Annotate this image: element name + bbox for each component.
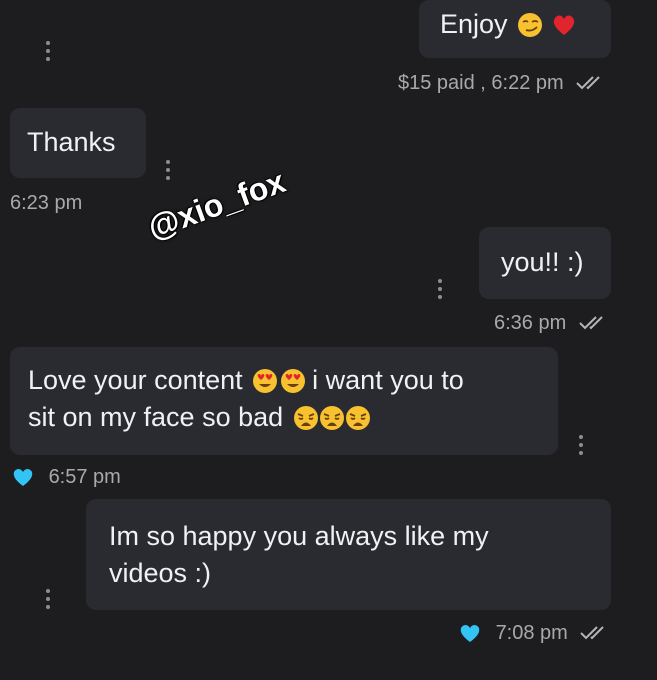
more-options-icon[interactable]	[436, 279, 444, 303]
message-text: you!! :)	[501, 247, 584, 277]
double-check-icon	[576, 76, 600, 90]
more-options-icon[interactable]	[44, 41, 52, 65]
message-line: sit on my face so bad	[28, 399, 558, 436]
like-heart-icon[interactable]	[12, 467, 34, 487]
message-meta: $15 paid , 6:22 pm	[398, 71, 605, 95]
message-bubble-incoming[interactable]: Thanks	[10, 108, 146, 178]
message-meta: 6:23 pm	[10, 192, 83, 214]
message-text: Thanks	[27, 127, 116, 157]
weary-emoji	[293, 406, 318, 430]
message-bubble-outgoing[interactable]: Im so happy you always like my videos :)	[86, 499, 611, 610]
message-meta: 6:57 pm	[12, 465, 121, 489]
double-check-icon	[579, 316, 603, 330]
message-bubble-outgoing[interactable]: you!! :)	[479, 227, 611, 299]
more-options-icon[interactable]	[164, 160, 172, 184]
message-line: videos :)	[109, 558, 212, 588]
double-check-icon	[580, 626, 605, 640]
weary-emoji	[319, 406, 344, 430]
red-heart-emoji	[553, 15, 574, 35]
like-heart-icon[interactable]	[459, 623, 481, 643]
more-options-icon[interactable]	[44, 589, 52, 613]
more-options-icon[interactable]	[577, 435, 585, 459]
message-line: Im so happy you always like my	[109, 521, 489, 551]
message-bubble-outgoing[interactable]: Enjoy	[419, 0, 611, 58]
weary-emoji	[345, 406, 370, 430]
message-meta: 6:36 pm	[494, 311, 608, 335]
message-line: Love your content i want you to	[28, 365, 464, 395]
heart-eyes-emoji	[253, 369, 278, 393]
message-meta: 7:08 pm	[459, 621, 609, 645]
smirk-emoji	[518, 13, 543, 37]
message-text: Enjoy	[440, 9, 508, 39]
message-bubble-incoming[interactable]: Love your content i want you to sit on m…	[10, 347, 558, 455]
heart-eyes-emoji	[281, 369, 306, 393]
